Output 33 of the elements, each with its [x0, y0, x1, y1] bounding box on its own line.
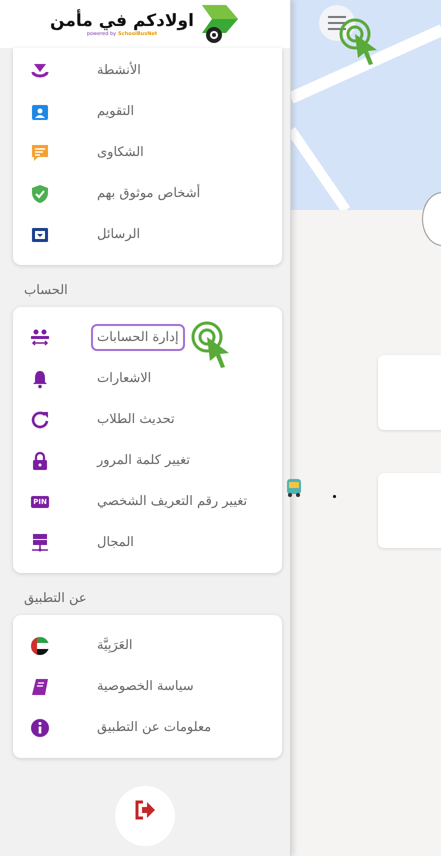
server-icon — [30, 532, 50, 552]
book-icon — [30, 676, 50, 696]
refresh-icon — [30, 410, 50, 430]
tap-pointer-icon — [339, 18, 379, 66]
menu-item[interactable]: التقويم — [91, 98, 140, 125]
menu-item[interactable]: تغيير رقم التعريف الشخصي — [91, 488, 254, 515]
flag-icon — [30, 636, 50, 656]
exit-icon — [134, 800, 156, 820]
lock-icon — [30, 450, 50, 470]
info-icon — [30, 718, 50, 738]
people-icon — [30, 328, 50, 348]
section-heading: عن التطبيق — [23, 590, 87, 608]
tap-pointer-icon — [191, 321, 231, 369]
app-title: اولادكم في مأمن — [50, 10, 194, 32]
menu-item[interactable]: سياسة الخصوصية — [91, 673, 200, 700]
menu-item[interactable]: العَرَبِيَّة — [91, 632, 139, 659]
menu-item[interactable]: أشخاص موثوق بهم — [91, 180, 206, 207]
chat-icon — [30, 142, 50, 162]
shield-icon — [30, 184, 50, 204]
menu-item[interactable]: الرسائل — [91, 221, 146, 248]
menu-item[interactable]: معلومات عن التطبيق — [91, 714, 218, 741]
bus-logo-icon — [200, 3, 240, 45]
menu-item[interactable]: الشكاوى — [91, 139, 150, 166]
section-heading: الحساب — [23, 282, 68, 300]
menu-item[interactable]: تحديث الطلاب — [91, 406, 181, 433]
menu-item[interactable]: إدارة الحسابات — [91, 324, 185, 351]
menu-icon — [327, 16, 347, 30]
bus-icon — [285, 478, 303, 498]
menu-item[interactable]: الأنشطة — [91, 57, 147, 84]
map-marker-dot — [333, 495, 336, 498]
menu-item[interactable]: المجال — [91, 529, 140, 556]
menu-item[interactable]: تغيير كلمة المرور — [91, 447, 196, 474]
menu-item[interactable]: الاشعارات — [91, 365, 158, 392]
